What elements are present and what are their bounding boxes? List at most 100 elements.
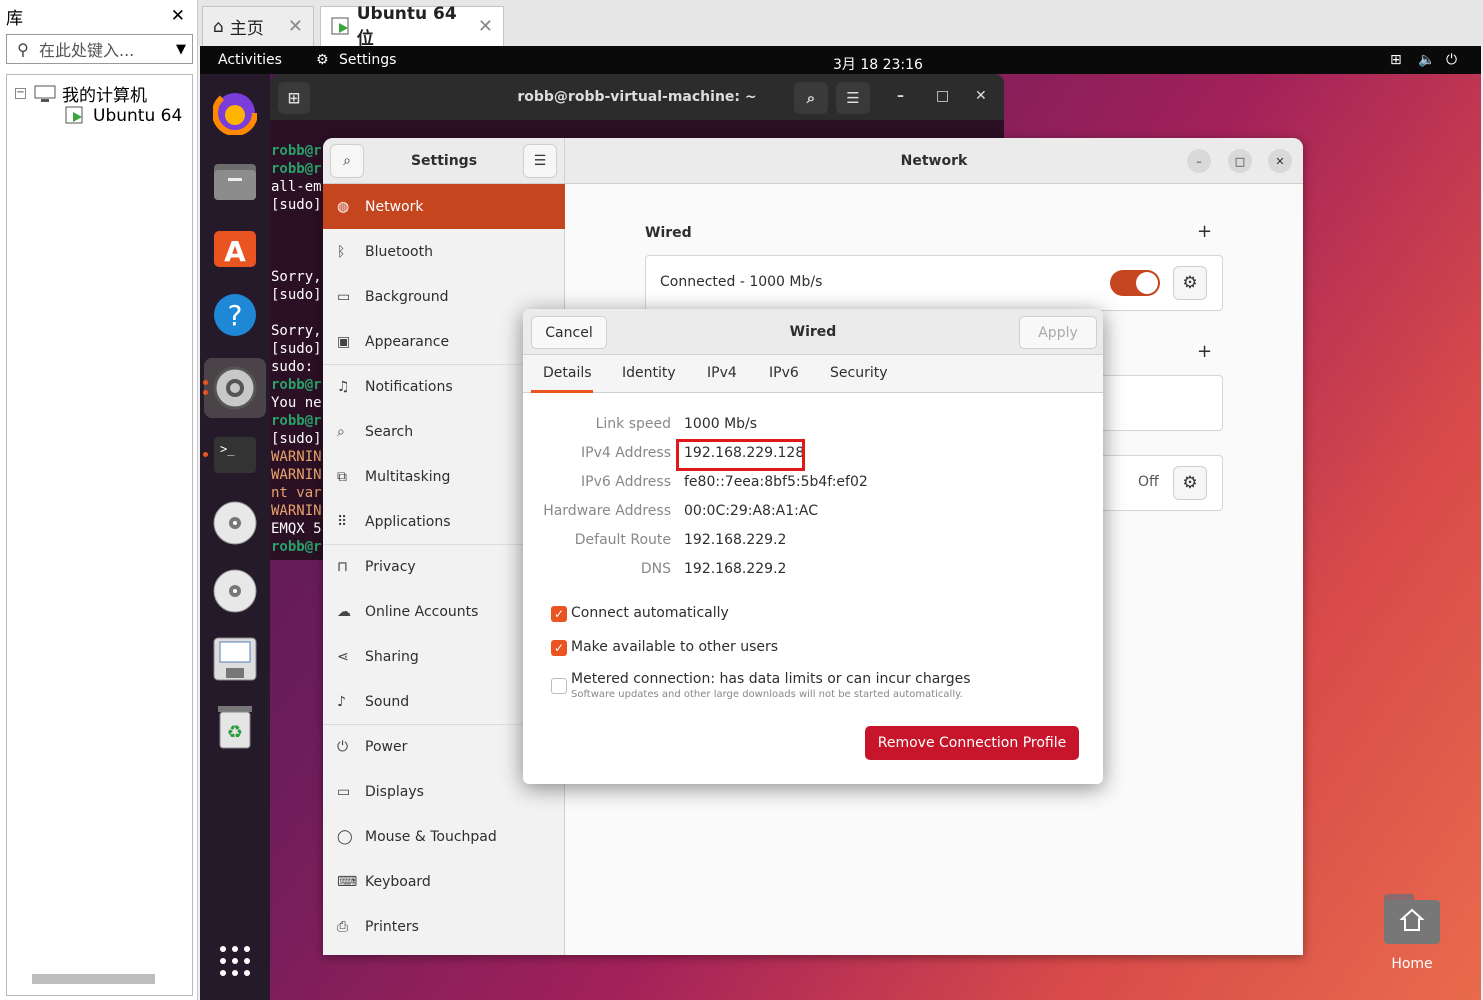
minimize-icon[interactable]: – xyxy=(897,88,904,104)
sidebar-item-label: Privacy xyxy=(365,558,416,575)
apply-button[interactable]: Apply xyxy=(1019,316,1097,349)
dialog-tabs: Details Identity IPv4 IPv6 Security xyxy=(523,355,1103,393)
collapse-icon[interactable]: − xyxy=(15,88,26,99)
remove-connection-button[interactable]: Remove Connection Profile xyxy=(865,726,1079,760)
active-tab-indicator xyxy=(531,390,593,393)
help-icon[interactable]: ? xyxy=(210,290,260,340)
sidebar-item-keyboard[interactable]: ⌨ Keyboard xyxy=(323,859,565,904)
running-indicator xyxy=(203,452,208,457)
tab-ipv6[interactable]: IPv6 xyxy=(769,365,799,381)
trash-icon[interactable]: ♻ xyxy=(210,702,260,752)
detail-value: 1000 Mb/s xyxy=(684,416,758,432)
activities-button[interactable]: Activities xyxy=(218,52,282,68)
sidebar-item-label: Bluetooth xyxy=(365,243,433,260)
sound-icon: ♪ xyxy=(337,693,346,710)
dialog-header: Cancel Wired Apply xyxy=(523,309,1103,355)
svg-text:A: A xyxy=(224,235,246,268)
close-icon[interactable]: ✕ xyxy=(975,88,987,104)
tree-vm-label: Ubuntu 64 xyxy=(93,106,183,126)
files-icon[interactable] xyxy=(210,156,260,206)
detail-key: Link speed xyxy=(595,416,671,432)
maximize-icon[interactable]: □ xyxy=(936,88,949,104)
vm-tab-bar: ⌂ 主页 ✕ Ubuntu 64 位 ✕ xyxy=(198,0,1483,49)
menu-icon[interactable]: ☰ xyxy=(523,144,557,178)
home-folder-icon[interactable] xyxy=(1384,894,1440,946)
maximize-icon[interactable]: □ xyxy=(1228,149,1252,173)
proxy-status: Off xyxy=(1138,474,1159,490)
network-status-icon[interactable]: ⊞ xyxy=(1390,52,1402,68)
multitasking-icon: ⧉ xyxy=(337,468,347,485)
menu-icon[interactable]: ☰ xyxy=(836,82,870,114)
tree-item-ubuntu[interactable]: Ubuntu 64 xyxy=(65,106,182,126)
tab-home[interactable]: ⌂ 主页 ✕ xyxy=(202,6,314,46)
available-all-checkbox[interactable]: ✓ xyxy=(551,640,567,656)
minimize-icon[interactable]: – xyxy=(1187,149,1211,173)
close-icon[interactable]: ✕ xyxy=(171,6,185,26)
tab-ipv4[interactable]: IPv4 xyxy=(707,365,737,381)
terminal-header: ⊞ robb@robb-virtual-machine: ~ ⌕ ☰ – □ ✕ xyxy=(270,74,1004,120)
sidebar-item-mouse-touchpad[interactable]: ◯ Mouse & Touchpad xyxy=(323,814,565,859)
add-icon[interactable]: + xyxy=(1197,221,1212,242)
tree-root-label: 我的计算机 xyxy=(62,86,147,106)
detail-key: Default Route xyxy=(574,532,671,548)
tab-details[interactable]: Details xyxy=(543,365,592,381)
power-icon: ⏻ xyxy=(337,738,349,755)
app-store-icon[interactable]: A xyxy=(210,222,260,272)
close-icon[interactable]: ✕ xyxy=(288,16,303,37)
wired-status: Connected - 1000 Mb/s xyxy=(660,274,823,290)
volume-icon[interactable]: 🔈 xyxy=(1418,52,1435,68)
show-apps-icon[interactable] xyxy=(210,936,260,986)
appearance-icon: ▣ xyxy=(337,333,351,350)
chevron-down-icon[interactable]: ▼ xyxy=(170,42,192,57)
tree-item-my-computer[interactable]: − 我的计算机 xyxy=(15,81,147,106)
search-icon[interactable]: ⌕ xyxy=(794,82,828,114)
detail-value: 192.168.229.2 xyxy=(684,561,787,577)
detail-value: 192.168.229.2 xyxy=(684,532,787,548)
search-icon: ⚲ xyxy=(17,39,29,59)
close-icon[interactable]: ✕ xyxy=(478,16,493,37)
wired-connection-row: Connected - 1000 Mb/s ⚙ xyxy=(645,255,1223,311)
power-icon[interactable]: ⏻ xyxy=(1446,52,1457,68)
metered-checkbox[interactable] xyxy=(551,678,567,694)
available-all-label: Make available to other users xyxy=(571,639,779,655)
settings-main-header: Network – □ ✕ xyxy=(565,138,1303,184)
library-tree: − 我的计算机 Ubuntu 64 xyxy=(6,74,193,996)
svg-text:♻: ♻ xyxy=(227,722,243,743)
sidebar-item-label: Sharing xyxy=(365,648,419,665)
tab-home-label: 主页 xyxy=(229,19,264,39)
sidebar-item-label: Applications xyxy=(365,513,451,530)
close-icon[interactable]: ✕ xyxy=(1268,149,1292,173)
sidebar-item-printers[interactable]: ⎙ Printers xyxy=(323,904,565,949)
detail-value: fe80::7eea:8bf5:5b4f:ef02 xyxy=(684,474,868,490)
disc-icon[interactable] xyxy=(210,566,260,616)
clock[interactable]: 3月 18 23:16 xyxy=(833,54,923,74)
keyboard-icon: ⌨ xyxy=(337,873,358,890)
metered-label: Metered connection: has data limits or c… xyxy=(571,671,971,687)
sidebar-item-network[interactable]: ◍ Network xyxy=(323,184,565,229)
gear-icon[interactable]: ⚙ xyxy=(1173,466,1207,500)
tab-identity[interactable]: Identity xyxy=(622,365,676,381)
sidebar-item-label: Mouse & Touchpad xyxy=(365,828,497,845)
printer-icon: ⎙ xyxy=(337,918,349,935)
settings-icon[interactable] xyxy=(204,358,266,418)
sidebar-item-label: Background xyxy=(365,288,449,305)
library-search-input[interactable]: ⚲ 在此处键入... ▼ xyxy=(6,34,193,64)
app-menu[interactable]: Settings xyxy=(339,52,396,68)
firefox-icon[interactable] xyxy=(210,88,260,138)
detail-key: Hardware Address xyxy=(543,503,671,519)
floppy-icon[interactable] xyxy=(210,634,260,684)
terminal-icon[interactable]: >_ xyxy=(210,430,260,480)
sidebar-item-label: Power xyxy=(365,738,408,755)
gear-icon[interactable]: ⚙ xyxy=(1173,266,1207,300)
tab-security[interactable]: Security xyxy=(830,365,888,381)
disc-icon[interactable] xyxy=(210,498,260,548)
library-scrollbar[interactable] xyxy=(32,974,155,984)
tab-ubuntu[interactable]: Ubuntu 64 位 ✕ xyxy=(320,4,504,49)
computer-icon xyxy=(34,85,56,102)
home-icon: ⌂ xyxy=(213,16,224,37)
connect-auto-checkbox[interactable]: ✓ xyxy=(551,606,567,622)
sidebar-item-bluetooth[interactable]: ᛒ Bluetooth xyxy=(323,229,565,274)
wired-toggle[interactable] xyxy=(1110,270,1160,296)
add-icon[interactable]: + xyxy=(1197,341,1212,362)
vm-icon xyxy=(331,17,349,34)
